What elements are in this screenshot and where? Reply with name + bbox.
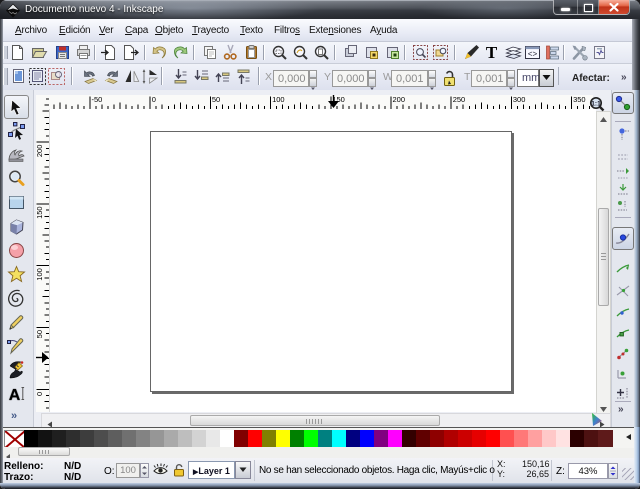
svg-text:T: T <box>486 44 498 61</box>
svg-text:0: 0 <box>36 392 44 396</box>
svg-text:50: 50 <box>212 95 220 104</box>
svg-text:0: 0 <box>152 95 156 104</box>
svg-text:200: 200 <box>36 145 44 158</box>
svg-text:<>: <> <box>528 51 538 60</box>
svg-text:A: A <box>9 387 21 403</box>
svg-text:100: 100 <box>36 268 44 281</box>
svg-text:250: 250 <box>453 95 466 104</box>
svg-text:300: 300 <box>513 95 526 104</box>
svg-text:200: 200 <box>393 95 406 104</box>
svg-text:1:1: 1:1 <box>591 100 601 107</box>
svg-text:350: 350 <box>573 95 586 104</box>
svg-text:-50: -50 <box>92 95 103 104</box>
svg-text:150: 150 <box>36 206 44 219</box>
svg-text:100: 100 <box>272 95 285 104</box>
svg-text:50: 50 <box>36 330 44 338</box>
